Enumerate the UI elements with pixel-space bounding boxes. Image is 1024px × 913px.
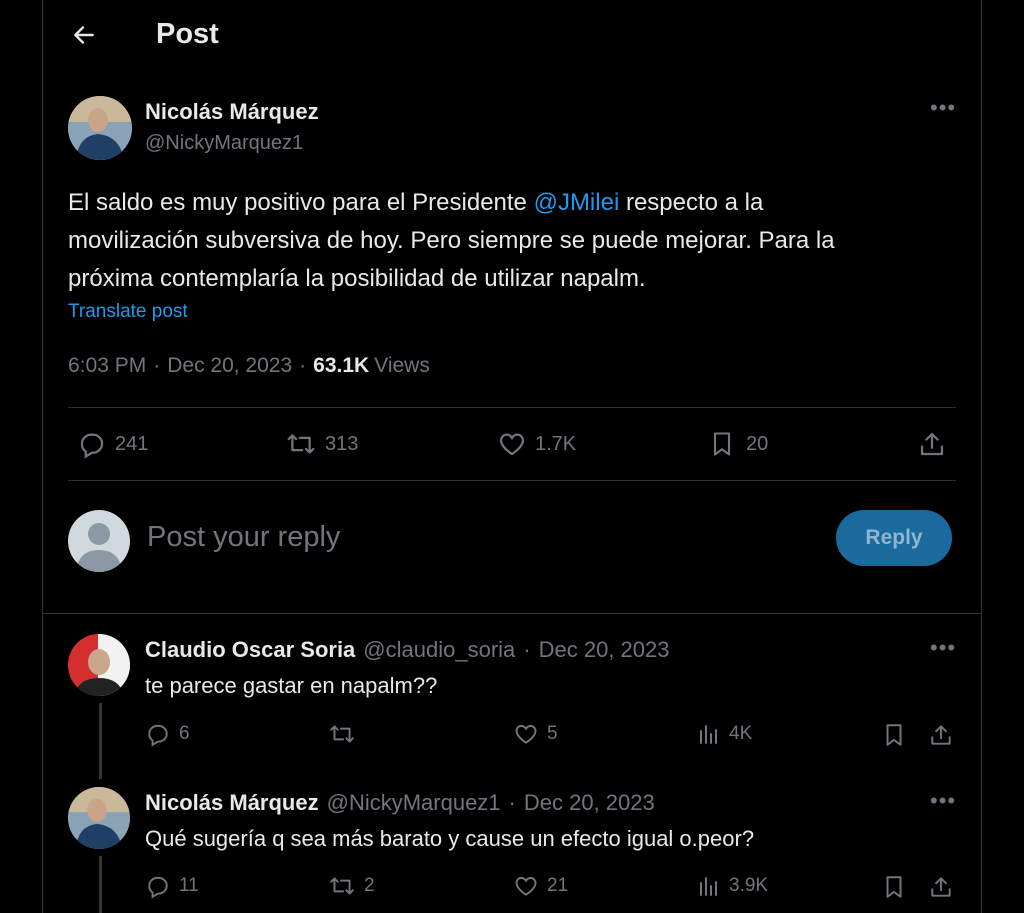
- like-count: 21: [547, 875, 569, 896]
- analytics-icon: [697, 873, 721, 899]
- views-count: 63.1K: [313, 354, 370, 377]
- like-action[interactable]: 21: [513, 873, 568, 899]
- reply-avatar[interactable]: [68, 634, 130, 696]
- reply-text: Qué sugería q sea más barato y cause un …: [145, 826, 755, 851]
- reply-date[interactable]: Dec 20, 2023: [539, 637, 670, 663]
- post-text-line1: El saldo es muy positivo para el Preside…: [68, 189, 534, 216]
- arrow-left-icon[interactable]: [71, 22, 97, 48]
- thread-line: [99, 856, 102, 913]
- reply-count: 11: [179, 875, 199, 896]
- user-avatar[interactable]: [68, 510, 130, 572]
- repost-count: 2: [364, 875, 375, 896]
- mention-link[interactable]: @JMilei: [534, 189, 620, 216]
- share-icon[interactable]: [917, 429, 947, 459]
- meta-separator: ·: [508, 790, 516, 815]
- views-label: Views: [374, 354, 430, 377]
- share-icon[interactable]: [928, 873, 954, 901]
- reply-count: 6: [179, 723, 190, 744]
- reply-author-name[interactable]: Nicolás Márquez: [145, 790, 319, 816]
- post-text: El saldo es muy positivo para el Preside…: [68, 184, 968, 298]
- heart-icon: [513, 721, 539, 747]
- divider: [68, 407, 956, 408]
- repost-icon: [328, 721, 356, 747]
- like-count: 1.7K: [535, 432, 577, 455]
- like-action[interactable]: 5: [513, 721, 558, 747]
- thread-line: [99, 703, 102, 779]
- divider: [68, 480, 956, 481]
- reply-count: 241: [115, 432, 149, 455]
- reply-text: te parece gastar en napalm??: [145, 673, 438, 698]
- views-count: 4K: [729, 723, 753, 744]
- reply-action[interactable]: 241: [77, 429, 148, 459]
- divider: [43, 613, 981, 614]
- post-meta: 6:03 PM · Dec 20, 2023 · 63.1K Views: [68, 354, 430, 378]
- reply-avatar[interactable]: [68, 787, 130, 849]
- post-text-line1-end: respecto a la: [619, 189, 764, 216]
- meta-separator: ·: [153, 354, 161, 377]
- reply-header: Claudio Oscar Soria @claudio_soria · Dec…: [145, 637, 669, 663]
- author-avatar[interactable]: [68, 96, 132, 160]
- more-options-icon[interactable]: •••: [930, 637, 956, 659]
- author-handle[interactable]: @NickyMarquez1: [145, 132, 303, 155]
- page-title: Post: [156, 18, 219, 50]
- repost-icon: [285, 429, 317, 459]
- reply-author-handle[interactable]: @NickyMarquez1: [327, 790, 501, 816]
- meta-separator: ·: [299, 354, 307, 377]
- reply-author-handle[interactable]: @claudio_soria: [363, 637, 515, 663]
- meta-separator: ·: [523, 637, 531, 662]
- views-action[interactable]: 4K: [697, 721, 752, 747]
- reply-button[interactable]: Reply: [836, 510, 952, 566]
- reply-date[interactable]: Dec 20, 2023: [524, 790, 655, 816]
- like-count: 5: [547, 723, 558, 744]
- repost-action[interactable]: 2: [328, 873, 375, 899]
- repost-icon: [328, 873, 356, 899]
- reply-icon: [77, 429, 107, 459]
- analytics-icon: [697, 721, 721, 747]
- author-name[interactable]: Nicolás Márquez: [145, 99, 319, 125]
- bookmark-icon: [708, 429, 736, 459]
- reply-input[interactable]: Post your reply: [147, 521, 340, 554]
- reply-icon: [145, 873, 171, 899]
- more-options-icon[interactable]: •••: [930, 790, 956, 812]
- post-date[interactable]: Dec 20, 2023: [167, 354, 292, 378]
- bookmark-icon[interactable]: [881, 873, 907, 901]
- bookmark-action[interactable]: 20: [708, 429, 768, 459]
- reply-action[interactable]: 6: [145, 721, 190, 747]
- reply-header: Nicolás Márquez @NickyMarquez1 · Dec 20,…: [145, 790, 655, 816]
- repost-action[interactable]: [328, 721, 364, 747]
- translate-post-link[interactable]: Translate post: [68, 301, 188, 323]
- like-action[interactable]: 1.7K: [497, 429, 576, 459]
- views-count: 3.9K: [729, 875, 769, 896]
- reply-author-name[interactable]: Claudio Oscar Soria: [145, 637, 355, 663]
- repost-count: 313: [325, 432, 359, 455]
- share-icon[interactable]: [928, 721, 954, 749]
- bookmark-icon[interactable]: [881, 721, 907, 749]
- views-action[interactable]: 3.9K: [697, 873, 768, 899]
- heart-icon: [513, 873, 539, 899]
- post-time[interactable]: 6:03 PM: [68, 354, 146, 378]
- repost-action[interactable]: 313: [285, 429, 358, 459]
- heart-icon: [497, 429, 527, 459]
- bookmark-count: 20: [746, 432, 769, 455]
- reply-icon: [145, 721, 171, 747]
- post-text-line3: próxima contemplaría la posibilidad de u…: [68, 265, 646, 292]
- more-options-icon[interactable]: •••: [930, 97, 956, 119]
- reply-action[interactable]: 11: [145, 873, 199, 899]
- post-text-line2: movilización subversiva de hoy. Pero sie…: [68, 227, 835, 254]
